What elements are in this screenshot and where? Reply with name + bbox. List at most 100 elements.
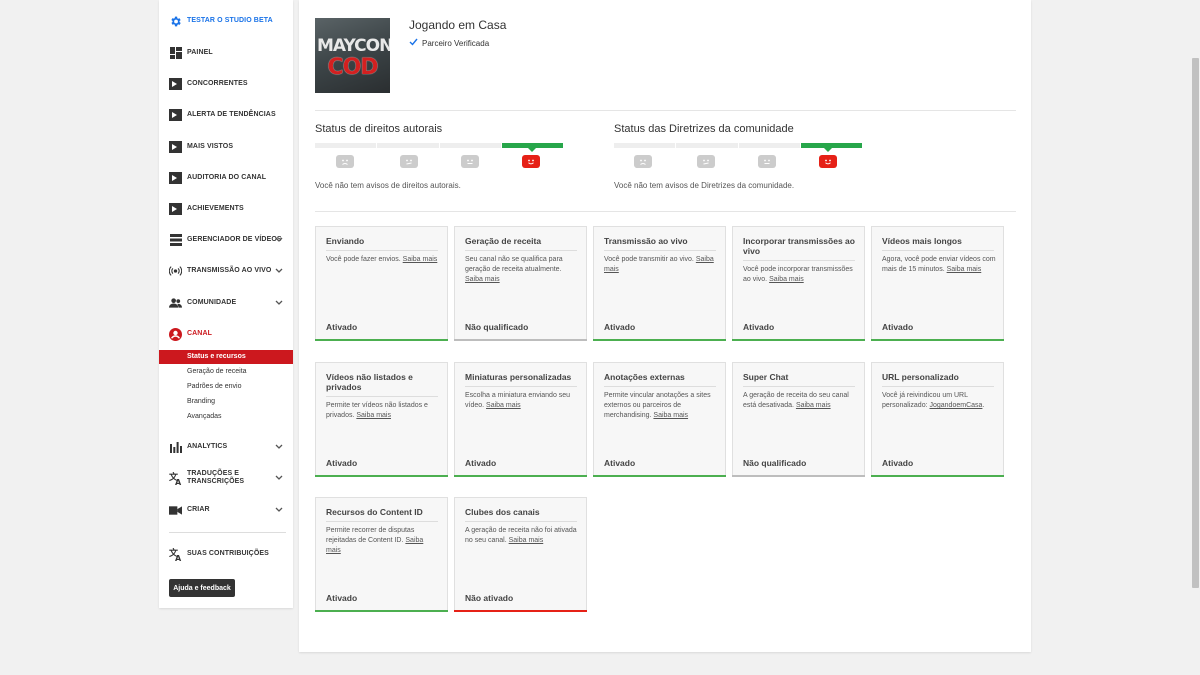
sidebar-item-canal[interactable]: CANAL [159, 322, 293, 346]
feature-card-desc: Seu canal não se qualifica para geração … [465, 255, 579, 285]
copyright-status-bar [315, 143, 563, 148]
learn-more-link[interactable]: Saiba mais [465, 276, 500, 283]
chevron-down-icon [275, 236, 283, 245]
feature-card-desc-text: Você pode transmitir ao vivo. [604, 256, 694, 263]
feature-card-divider [604, 250, 716, 251]
sidebar-item-analytics[interactable]: ANALYTICS [159, 435, 293, 459]
feature-card-status: Ativado [882, 458, 914, 468]
learn-more-link[interactable]: Saiba mais [653, 412, 688, 419]
channel-name: Jogando em Casa [409, 18, 507, 32]
plugin-icon [169, 141, 182, 154]
feature-card-status-bar [454, 610, 587, 612]
feature-card-status-bar [732, 339, 865, 341]
verified-badge: Parceiro Verificada [409, 38, 489, 48]
analytics-icon [169, 441, 182, 454]
sidebar-item-traducoes[interactable]: 文A TRADUÇÕES E TRANSCRIÇÕES [159, 466, 293, 490]
chevron-down-icon [275, 299, 283, 308]
subnav-status-recursos[interactable]: Status e recursos [159, 350, 293, 364]
sidebar-item-label: AUDITORIA DO CANAL [187, 174, 267, 181]
status-pointer [824, 148, 832, 152]
feature-card-divider [882, 250, 994, 251]
learn-more-link[interactable]: Saiba mais [356, 412, 391, 419]
feature-card: Enviando Você pode fazer envios. Saiba ma… [315, 226, 448, 341]
feature-card-divider [465, 386, 577, 387]
feature-card-divider [465, 521, 577, 522]
check-icon [409, 38, 418, 48]
learn-more-link[interactable]: Saiba mais [947, 266, 982, 273]
channel-thumbnail[interactable]: MAYCON COD [315, 18, 390, 93]
help-feedback-button[interactable]: Ajuda e feedback [169, 579, 235, 597]
gear-icon [169, 15, 182, 28]
feature-card-title: Vídeos mais longos [882, 236, 962, 246]
feature-card-desc: Permite vincular anotações a sites exter… [604, 391, 718, 421]
learn-more-link[interactable]: Saiba mais [509, 537, 544, 544]
scrollbar-thumb[interactable] [1192, 58, 1199, 588]
subnav-branding[interactable]: Branding [159, 395, 293, 409]
sidebar-item-comunidade[interactable]: COMUNIDADE [159, 291, 293, 315]
learn-more-link[interactable]: JogandoemCasa [929, 402, 982, 409]
sidebar-item-label: ANALYTICS [187, 443, 228, 450]
feature-card-status-bar [454, 339, 587, 341]
feature-card-desc-text: Seu canal não se qualifica para geração … [465, 256, 563, 273]
feature-card-divider [326, 396, 438, 397]
plugin-icon [169, 109, 182, 122]
learn-more-link[interactable]: Saiba mais [403, 256, 438, 263]
feature-card-title: Incorporar transmissões ao vivo [743, 236, 855, 256]
sidebar: TESTAR O STUDIO BETA PAINEL CONCORRENTES… [159, 0, 293, 608]
feature-card-status-bar [315, 610, 448, 612]
feature-card: Geração de receita Seu canal não se quali… [454, 226, 587, 341]
feature-card-desc: Você pode transmitir ao vivo. Saiba mais [604, 255, 718, 275]
sidebar-item-label: TRANSMISSÃO AO VIVO [187, 267, 272, 274]
feature-card: URL personalizado Você já reivindicou um … [871, 362, 1004, 477]
feature-card: Super Chat A geração de receita do seu ca… [732, 362, 865, 477]
feature-card-status-bar [315, 475, 448, 477]
status-pointer [528, 148, 536, 152]
sidebar-item-label: MAIS VISTOS [187, 143, 234, 150]
sidebar-item-alerta-tendencias[interactable]: ALERTA DE TENDÊNCIAS [159, 103, 293, 127]
feature-card-title: Anotações externas [604, 372, 685, 382]
sidebar-item-label: TRADUÇÕES E TRANSCRIÇÕES [187, 470, 245, 485]
feature-card-desc: Escolha a miniatura enviando seu vídeo. … [465, 391, 579, 411]
feature-card-desc: Agora, você pode enviar vídeos com mais … [882, 255, 996, 275]
sidebar-item-gerenciador-videos[interactable]: GERENCIADOR DE VÍDEOS [159, 228, 293, 252]
page-scrollbar[interactable] [1190, 0, 1200, 675]
subnav-padroes-envio[interactable]: Padrões de envio [159, 380, 293, 394]
chevron-down-icon [275, 474, 283, 483]
sidebar-item-contribuicoes[interactable]: 文A SUAS CONTRIBUIÇÕES [159, 542, 293, 566]
sidebar-item-studio-beta[interactable]: TESTAR O STUDIO BETA [159, 9, 293, 33]
learn-more-link[interactable]: Saiba mais [486, 402, 521, 409]
sidebar-item-achievements[interactable]: ACHIEVEMENTS [159, 197, 293, 221]
feature-card-status-bar [871, 475, 1004, 477]
camera-icon [169, 504, 182, 517]
feature-card-title: Transmissão ao vivo [604, 236, 688, 246]
sidebar-item-concorrentes[interactable]: CONCORRENTES [159, 72, 293, 96]
feature-card-status: Não qualificado [465, 322, 529, 332]
sidebar-item-painel[interactable]: PAINEL [159, 41, 293, 65]
community-status-desc: Você não tem avisos de Diretrizes da com… [614, 181, 795, 190]
sidebar-divider [169, 532, 286, 533]
feature-card: Transmissão ao vivo Você pode transmitir … [593, 226, 726, 341]
sidebar-item-criar[interactable]: CRIAR [159, 498, 293, 522]
feature-card: Vídeos mais longos Agora, você pode envia… [871, 226, 1004, 341]
sidebar-item-mais-vistos[interactable]: MAIS VISTOS [159, 135, 293, 159]
sidebar-item-label: GERENCIADOR DE VÍDEOS [187, 236, 282, 243]
feature-card-status: Ativado [326, 593, 358, 603]
sidebar-item-label: CONCORRENTES [187, 80, 248, 87]
feature-card: Vídeos não listados e privados Permite te… [315, 362, 448, 477]
feature-card-title: Enviando [326, 236, 365, 246]
sidebar-item-transmissao[interactable]: TRANSMISSÃO AO VIVO [159, 259, 293, 283]
video-manager-icon [169, 234, 182, 247]
verified-label: Parceiro Verificada [422, 38, 490, 48]
copyright-status-title: Status de direitos autorais [315, 123, 443, 135]
feature-card-status-bar [315, 339, 448, 341]
feature-card-divider [326, 250, 438, 251]
subnav-geracao-receita[interactable]: Geração de receita [159, 365, 293, 379]
sidebar-item-auditoria[interactable]: AUDITORIA DO CANAL [159, 166, 293, 190]
learn-more-link[interactable]: Saiba mais [769, 276, 804, 283]
feature-card-desc-suffix: . [982, 402, 985, 409]
learn-more-link[interactable]: Saiba mais [796, 402, 831, 409]
feature-card-title: Clubes dos canais [465, 507, 540, 517]
feature-card-status: Ativado [326, 458, 358, 468]
feature-card-desc: A geração de receita não foi ativada no … [465, 526, 579, 546]
subnav-avancadas[interactable]: Avançadas [159, 410, 293, 424]
